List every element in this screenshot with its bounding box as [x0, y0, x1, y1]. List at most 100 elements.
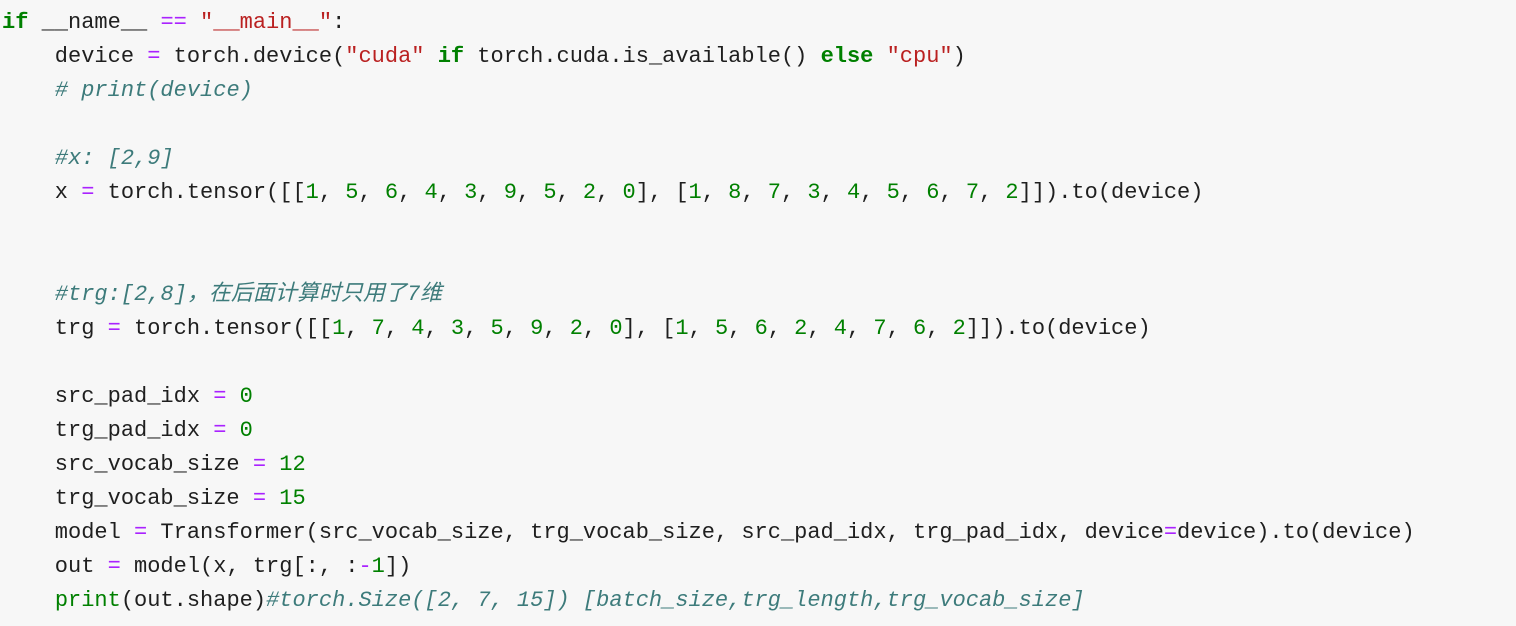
number-token: 0 — [622, 180, 636, 205]
operator-token: = — [107, 316, 121, 341]
code-token: ) — [952, 44, 966, 69]
code-line[interactable]: trg_pad_idx = 0 — [0, 414, 1516, 448]
code-line[interactable]: # print(device) — [0, 74, 1516, 108]
code-line[interactable]: #x: [2,9] — [0, 142, 1516, 176]
code-line[interactable]: #trg:[2,8]，在后面计算时只用了7维 — [0, 278, 1516, 312]
code-line[interactable]: print(out.shape)#torch.Size([2, 7, 15]) … — [0, 584, 1516, 618]
code-line[interactable] — [0, 108, 1516, 142]
code-token: ], [ — [622, 316, 676, 341]
number-token: 2 — [952, 316, 966, 341]
code-token: torch.tensor([[ — [120, 316, 333, 341]
code-token: , — [767, 316, 795, 341]
code-token: , — [516, 180, 544, 205]
code-line[interactable]: src_vocab_size = 12 — [0, 448, 1516, 482]
code-line[interactable]: model = Transformer(src_vocab_size, trg_… — [0, 516, 1516, 550]
code-token: , — [701, 180, 729, 205]
comment-token: # print(device) — [54, 78, 253, 103]
operator-token: = — [107, 554, 121, 579]
number-token: 8 — [728, 180, 742, 205]
number-token: 7 — [371, 316, 385, 341]
operator-token: = — [252, 452, 267, 477]
code-token: , — [318, 180, 346, 205]
number-token: 5 — [490, 316, 504, 341]
code-token: trg — [2, 316, 108, 341]
comment-token: #torch.Size([2, 7, 15]) [batch_size,trg_… — [266, 588, 1085, 613]
number-token: 3 — [450, 316, 465, 341]
code-token: , — [384, 316, 412, 341]
number-token: 2 — [582, 180, 597, 205]
code-token: (out.shape) — [120, 588, 267, 613]
number-token: 6 — [754, 316, 768, 341]
code-line[interactable]: out = model(x, trg[:, :-1]) — [0, 550, 1516, 584]
operator-token: = — [134, 520, 148, 545]
number-token: 0 — [609, 316, 623, 341]
code-token: ], [ — [635, 180, 689, 205]
code-token: : — [332, 10, 346, 35]
code-editor[interactable]: if __name__ == "__main__": device = torc… — [0, 0, 1516, 626]
code-token: , — [807, 316, 834, 341]
code-token: , — [424, 316, 451, 341]
operator-token: = — [81, 180, 95, 205]
code-line[interactable]: src_pad_idx = 0 — [0, 380, 1516, 414]
number-token: 6 — [913, 316, 927, 341]
code-line[interactable] — [0, 244, 1516, 278]
number-token: 7 — [767, 180, 781, 205]
number-token: 1 — [688, 180, 702, 205]
code-token: trg_pad_idx — [2, 418, 214, 443]
code-token: src_vocab_size — [2, 452, 253, 477]
number-token: 1 — [332, 316, 346, 341]
code-token: __name__ — [28, 10, 161, 35]
code-token: , — [477, 180, 504, 205]
operator-token: = — [147, 44, 161, 69]
code-token: device).to(device) — [1177, 520, 1415, 545]
code-token: Transformer(src_vocab_size, trg_vocab_si… — [147, 520, 1164, 545]
number-token: 3 — [464, 180, 478, 205]
number-token: 4 — [846, 180, 861, 205]
number-token: 5 — [345, 180, 359, 205]
code-line[interactable]: x = torch.tensor([[1, 5, 6, 4, 3, 9, 5, … — [0, 176, 1516, 210]
code-line[interactable]: device = torch.device("cuda" if torch.cu… — [0, 40, 1516, 74]
number-token: 1 — [305, 180, 319, 205]
code-line[interactable]: if __name__ == "__main__": — [0, 6, 1516, 40]
code-line[interactable]: trg = torch.tensor([[1, 7, 4, 3, 5, 9, 2… — [0, 312, 1516, 346]
code-token: , — [780, 180, 808, 205]
number-token: 3 — [807, 180, 821, 205]
code-token: , — [503, 316, 531, 341]
code-token: , — [543, 316, 570, 341]
builtin-token: print — [54, 588, 121, 613]
code-token: , — [582, 316, 610, 341]
code-token: , — [886, 316, 913, 341]
code-token: torch.device( — [160, 44, 346, 69]
code-token: ]) — [384, 554, 412, 579]
operator-token: = — [213, 384, 227, 409]
number-token: 2 — [1005, 180, 1019, 205]
number-token: 5 — [886, 180, 900, 205]
code-token: , — [437, 180, 465, 205]
code-token: out — [2, 554, 108, 579]
code-token: , — [820, 180, 847, 205]
code-token: , — [345, 316, 372, 341]
number-token: 0 — [239, 384, 253, 409]
code-token: , — [979, 180, 1006, 205]
code-line[interactable] — [0, 346, 1516, 380]
operator-token: = — [252, 486, 267, 511]
code-line[interactable] — [0, 210, 1516, 244]
code-line[interactable]: trg_vocab_size = 15 — [0, 482, 1516, 516]
code-token: src_pad_idx — [2, 384, 214, 409]
code-token: , — [741, 180, 768, 205]
number-token: 2 — [569, 316, 583, 341]
number-token: 12 — [279, 452, 306, 477]
string-token: "cuda" — [345, 44, 425, 69]
number-token: 7 — [873, 316, 887, 341]
code-token: model — [2, 520, 135, 545]
code-token: torch.tensor([[ — [94, 180, 306, 205]
code-token: , — [398, 180, 425, 205]
code-token: , — [358, 180, 385, 205]
